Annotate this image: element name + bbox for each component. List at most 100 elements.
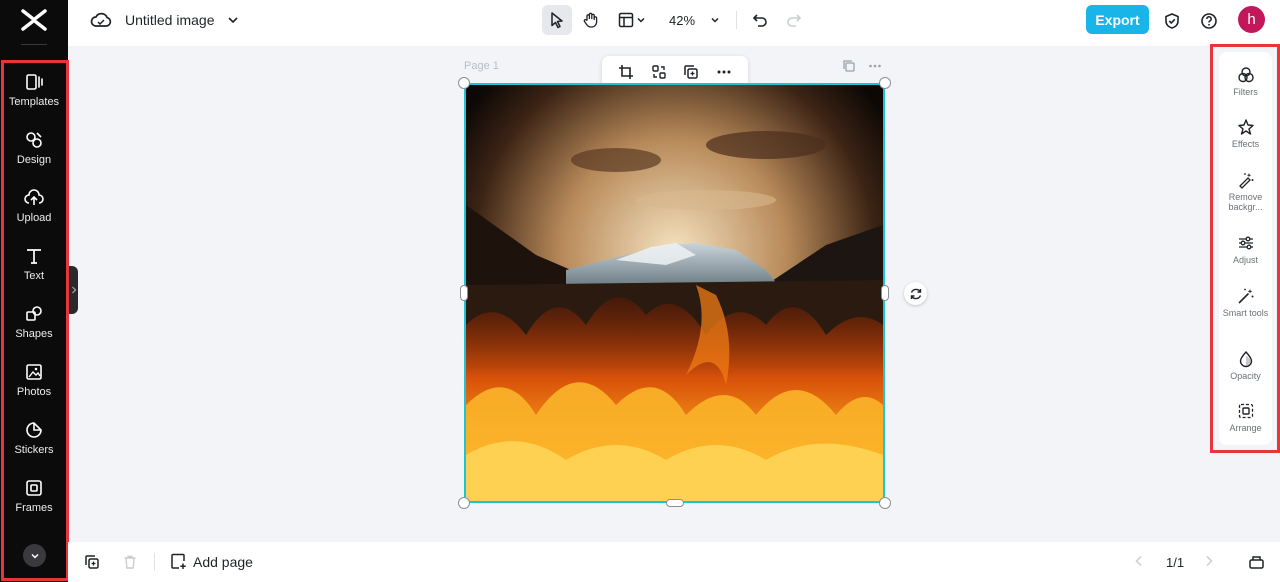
tool-remove-background[interactable]: Remove backgr...	[1219, 171, 1272, 212]
cloud-sync-icon[interactable]	[90, 10, 112, 30]
document-title[interactable]: Untitled image	[125, 12, 215, 28]
sidebar-item-label: Frames	[15, 502, 53, 514]
chevron-down-icon	[711, 17, 719, 23]
upload-icon	[24, 189, 44, 205]
chevron-down-icon	[30, 553, 39, 559]
next-page-icon[interactable]	[1202, 554, 1216, 568]
add-page-button[interactable]: Add page	[170, 553, 253, 570]
chevron-right-icon	[71, 286, 76, 294]
left-sidebar: Templates Design Upload Text Shapes Phot…	[0, 0, 68, 582]
toolbar-divider	[736, 11, 737, 29]
sidebar-item-label: Templates	[8, 96, 60, 108]
duplicate-page-icon[interactable]	[84, 554, 100, 570]
arrange-icon	[1238, 403, 1253, 419]
tool-smart-tools[interactable]: Smart tools	[1219, 287, 1272, 318]
hand-icon	[583, 12, 598, 28]
duplicate-page-icon[interactable]	[842, 59, 856, 73]
sidebar-item-label: Design	[16, 154, 52, 166]
redo-button[interactable]	[780, 5, 808, 35]
more-options-icon[interactable]	[868, 59, 882, 73]
page-label: Page 1	[464, 60, 499, 72]
sidebar-collapse-toggle[interactable]	[69, 266, 78, 314]
tool-opacity[interactable]: Opacity	[1219, 350, 1272, 381]
resize-handle-top-left[interactable]	[458, 77, 470, 89]
sidebar-item-stickers[interactable]: Stickers	[0, 418, 68, 470]
add-page-label: Add page	[193, 553, 253, 570]
tool-label: Smart tools	[1222, 308, 1269, 318]
zoom-dropdown[interactable]: 42%	[664, 5, 726, 35]
tool-label: Arrange	[1229, 423, 1262, 433]
resize-handle-bottom-left[interactable]	[458, 497, 470, 509]
photos-icon	[26, 364, 42, 380]
add-page-icon	[171, 553, 186, 569]
rotate-icon	[910, 288, 921, 299]
help-icon	[1201, 13, 1217, 29]
pages-panel-icon[interactable]	[1248, 554, 1265, 570]
layout-icon	[618, 12, 634, 28]
resize-handle-bottom-right[interactable]	[879, 497, 891, 509]
adjust-icon	[1238, 236, 1253, 250]
more-options-icon[interactable]	[716, 64, 732, 80]
chevron-down-icon[interactable]	[226, 13, 240, 27]
duplicate-icon[interactable]	[683, 64, 699, 80]
sidebar-item-label: Shapes	[15, 328, 53, 340]
export-button[interactable]: Export	[1086, 5, 1149, 34]
resize-handle-bottom[interactable]	[666, 499, 684, 507]
frames-icon	[26, 480, 42, 496]
right-tools-panel: Filters Effects Remove backgr... Adjust …	[1219, 52, 1272, 445]
chevron-down-icon	[637, 17, 645, 23]
trash-icon[interactable]	[122, 554, 138, 570]
sidebar-divider	[21, 44, 47, 45]
user-avatar[interactable]: h	[1238, 6, 1265, 33]
redo-icon	[787, 14, 802, 27]
sidebar-item-design[interactable]: Design	[0, 128, 68, 180]
tool-arrange[interactable]: Arrange	[1219, 402, 1272, 433]
resize-handle-top-right[interactable]	[879, 77, 891, 89]
top-bar: Untitled image 42% Export h	[68, 0, 1280, 46]
sidebar-item-label: Photos	[16, 386, 52, 398]
tool-adjust[interactable]: Adjust	[1219, 234, 1272, 265]
hand-tool-button[interactable]	[576, 5, 606, 35]
sidebar-item-templates[interactable]: Templates	[0, 70, 68, 122]
resize-handle-left[interactable]	[460, 285, 468, 301]
shield-button[interactable]	[1158, 6, 1186, 36]
stickers-icon	[26, 422, 42, 438]
help-button[interactable]	[1195, 6, 1223, 36]
tool-filters[interactable]: Filters	[1219, 66, 1272, 97]
sidebar-item-text[interactable]: Text	[0, 244, 68, 296]
selected-image[interactable]	[464, 83, 885, 503]
undo-button[interactable]	[746, 5, 774, 35]
sidebar-item-label: Stickers	[14, 444, 54, 456]
previous-page-icon[interactable]	[1132, 554, 1146, 568]
text-icon	[27, 249, 41, 264]
sidebar-item-shapes[interactable]: Shapes	[0, 302, 68, 354]
tool-label: Remove backgr...	[1228, 192, 1263, 212]
page-actions	[842, 59, 882, 73]
design-icon	[26, 132, 42, 148]
sidebar-item-upload[interactable]: Upload	[0, 186, 68, 238]
effects-icon	[1237, 119, 1254, 135]
bottom-divider	[154, 553, 155, 571]
tool-effects[interactable]: Effects	[1219, 118, 1272, 149]
shapes-icon	[26, 306, 42, 321]
replace-icon[interactable]	[651, 64, 667, 80]
filters-icon	[1237, 67, 1254, 83]
sidebar-item-frames[interactable]: Frames	[0, 476, 68, 528]
smart-tools-icon	[1238, 288, 1253, 304]
app-logo-icon[interactable]	[20, 7, 48, 33]
fire-mountain-photo	[466, 85, 883, 501]
select-tool-button[interactable]	[542, 5, 572, 35]
crop-icon[interactable]	[618, 64, 634, 80]
sidebar-item-photos[interactable]: Photos	[0, 360, 68, 412]
undo-icon	[752, 14, 767, 27]
sidebar-item-label: Upload	[16, 212, 52, 224]
bottom-bar: Add page 1/1	[68, 542, 1280, 582]
layout-dropdown-button[interactable]	[612, 5, 652, 35]
tool-label: Filters	[1233, 87, 1258, 97]
resize-handle-right[interactable]	[881, 285, 889, 301]
rotate-button[interactable]	[904, 282, 927, 305]
sidebar-item-label: Text	[23, 270, 45, 282]
sidebar-more-button[interactable]	[23, 544, 46, 567]
page-count: 1/1	[1166, 555, 1185, 570]
shield-check-icon	[1165, 13, 1179, 29]
